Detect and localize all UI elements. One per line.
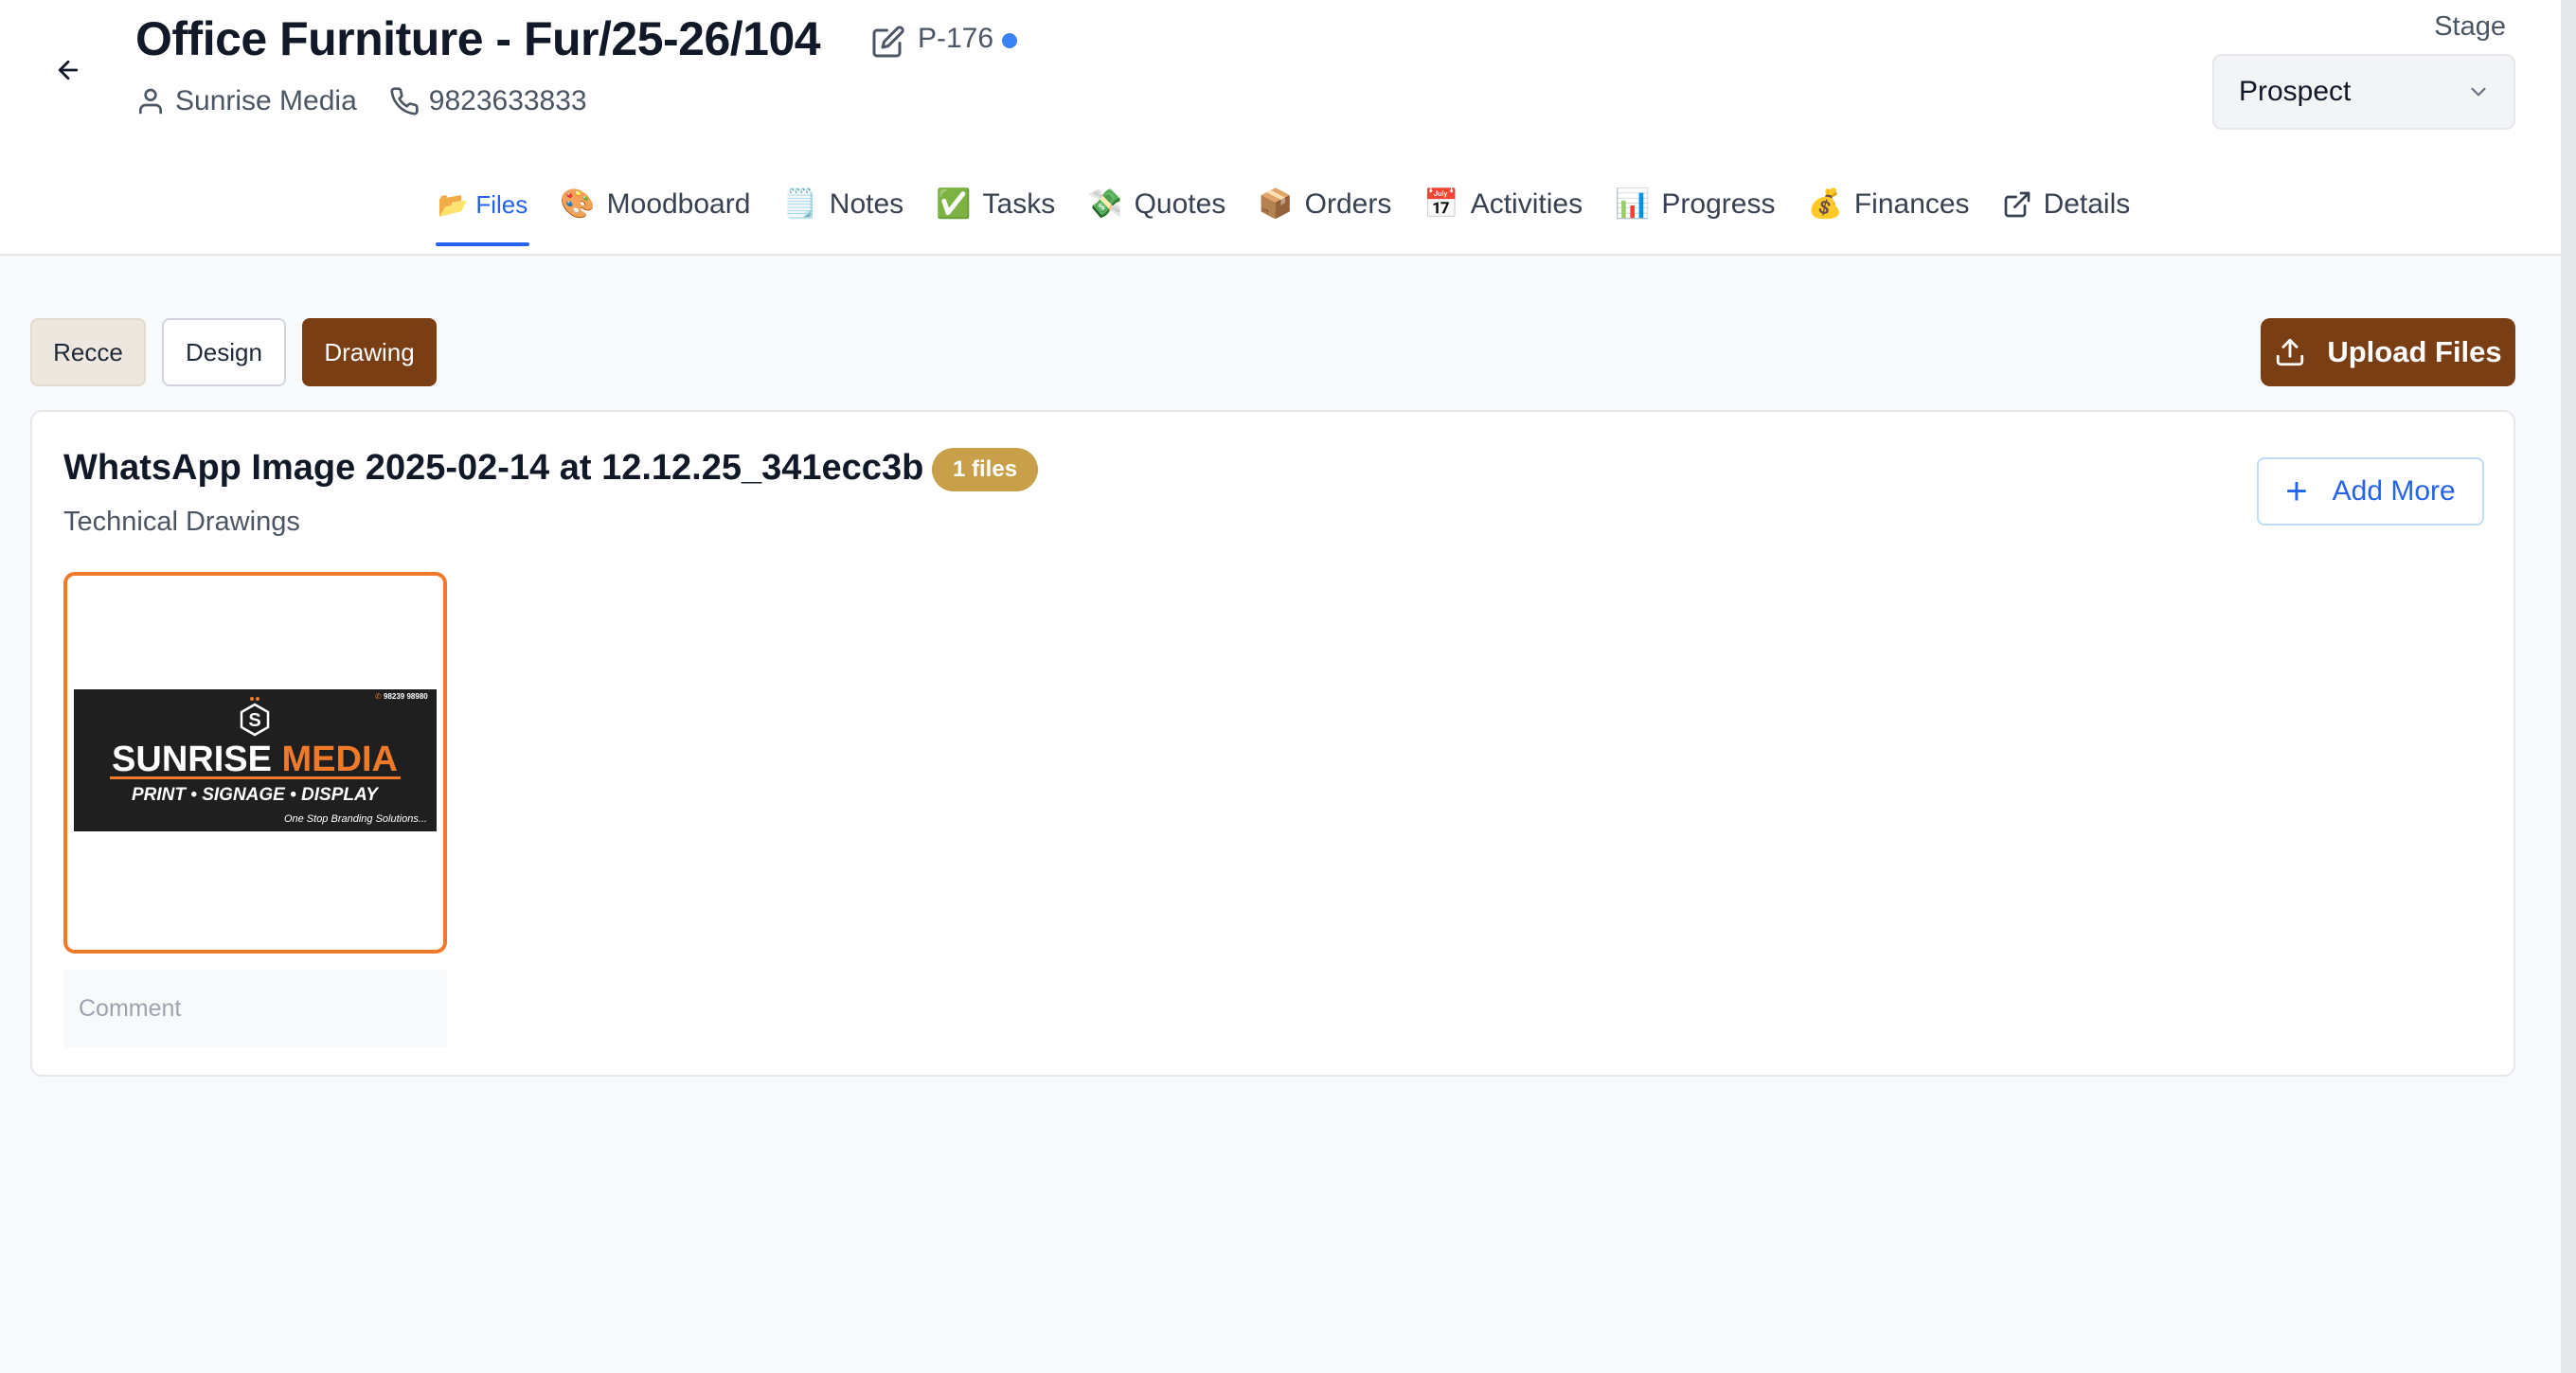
client-phone: 9823633833 — [428, 85, 587, 116]
arrow-left-icon — [58, 60, 79, 80]
plus-icon: + — [2285, 471, 2308, 512]
tab-moodboard[interactable]: 🎨 Moodboard — [558, 167, 752, 242]
comment-input[interactable] — [63, 970, 447, 1047]
svg-text:S: S — [248, 710, 260, 731]
upload-files-button[interactable]: Upload Files — [2261, 318, 2515, 386]
palette-icon: 🎨 — [560, 188, 596, 220]
tab-label: Finances — [1853, 188, 1970, 220]
tab-progress[interactable]: 📊 Progress — [1613, 167, 1777, 242]
tab-label: Details — [2043, 188, 2131, 220]
tab-finances[interactable]: 💰 Finances — [1805, 167, 1971, 242]
money-bag-icon: 💰 — [1807, 188, 1843, 220]
user-icon — [139, 88, 162, 115]
filter-drawing-button[interactable]: Drawing — [302, 318, 437, 386]
svg-text:SUNRISE MEDIA: SUNRISE MEDIA — [112, 740, 398, 779]
logo-tagline: PRINT • SIGNAGE • DISPLAY — [132, 785, 380, 805]
status-dot — [1002, 33, 1017, 48]
project-code: P-176 — [918, 23, 994, 54]
phone-icon — [390, 87, 419, 116]
tab-label: Moodboard — [606, 188, 751, 220]
tab-activities[interactable]: 📅 Activities — [1422, 167, 1584, 242]
stage-selected-value: Prospect — [2239, 76, 2352, 107]
filter-recce-button[interactable]: Recce — [30, 318, 146, 386]
phone-icon: ✆ — [375, 692, 382, 701]
tab-orders[interactable]: 📦 Orders — [1256, 167, 1393, 242]
add-more-label: Add More — [2332, 475, 2456, 507]
tab-files[interactable]: 📂 Files — [436, 167, 530, 246]
svg-text:✆: ✆ — [375, 692, 382, 701]
files-count-badge: 1 files — [932, 448, 1039, 491]
check-icon: ✅ — [936, 188, 972, 220]
tab-notes[interactable]: 🗒️ Notes — [780, 167, 905, 242]
filter-design-button[interactable]: Design — [162, 318, 286, 386]
page-title: Office Furniture - Fur/25-26/104 — [135, 12, 821, 65]
logo-brand-left: SUNRISE — [112, 740, 272, 779]
tab-tasks[interactable]: ✅ Tasks — [934, 167, 1057, 242]
tab-label: Files — [475, 189, 528, 219]
edit-icon[interactable] — [871, 25, 905, 59]
tab-label: Quotes — [1134, 188, 1226, 220]
tab-label: Progress — [1661, 188, 1776, 220]
upload-icon — [2277, 338, 2304, 366]
file-group-subtitle: Technical Drawings — [63, 507, 300, 537]
bar-chart-icon: 📊 — [1615, 188, 1651, 220]
project-meta: Sunrise Media 9823633833 — [135, 85, 587, 117]
window-edge — [2561, 0, 2576, 1373]
sunrise-media-logo-image: S ✆ 98239 98980 SUNRISE MEDIA PRINT • SI… — [74, 689, 437, 831]
stage-label: Stage — [2434, 11, 2506, 42]
logo-slogan: One Stop Branding Solutions... — [284, 813, 427, 825]
upload-label: Upload Files — [2327, 335, 2502, 368]
tab-label: Orders — [1304, 188, 1392, 220]
project-header: Office Furniture - Fur/25-26/104 P-176 S… — [0, 0, 2561, 256]
calendar-icon: 📅 — [1423, 188, 1459, 220]
add-more-button[interactable]: + Add More — [2257, 457, 2484, 526]
package-icon: 📦 — [1258, 188, 1294, 220]
chevron-down-icon — [2471, 87, 2486, 97]
tab-details[interactable]: Details — [2000, 167, 2133, 242]
tab-label: Tasks — [982, 188, 1056, 220]
file-thumbnail[interactable]: S ✆ 98239 98980 SUNRISE MEDIA PRINT • SI… — [63, 572, 447, 954]
tab-label: Notes — [829, 188, 904, 220]
back-button[interactable] — [47, 49, 89, 91]
notepad-icon: 🗒️ — [782, 188, 818, 220]
client-name: Sunrise Media — [175, 85, 357, 116]
file-group-card: WhatsApp Image 2025-02-14 at 12.12.25_34… — [30, 410, 2515, 1077]
stage-select[interactable]: Prospect — [2212, 54, 2515, 130]
external-link-icon — [2004, 191, 2030, 218]
money-wings-icon: 💸 — [1087, 188, 1123, 220]
file-group-title: WhatsApp Image 2025-02-14 at 12.12.25_34… — [63, 448, 924, 488]
folder-icon: 📂 — [438, 190, 469, 219]
logo-phone: 98239 98980 — [384, 692, 428, 701]
tab-quotes[interactable]: 💸 Quotes — [1085, 167, 1227, 242]
tab-label: Activities — [1470, 188, 1583, 220]
logo-brand-right: MEDIA — [282, 740, 398, 779]
tab-bar: 📂 Files 🎨 Moodboard 🗒️ Notes ✅ Tasks 💸 Quotes… — [436, 167, 2160, 256]
